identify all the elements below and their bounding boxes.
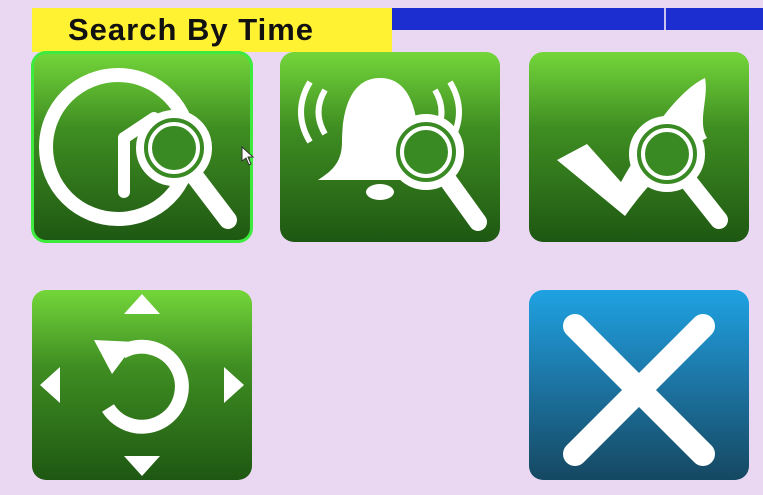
close-button[interactable]	[529, 290, 749, 480]
search-by-check-button[interactable]	[529, 52, 749, 242]
search-by-alarm-button[interactable]	[280, 52, 500, 242]
top-status-bar	[392, 8, 763, 30]
clock-search-icon	[39, 68, 237, 229]
checkmark-search-icon	[557, 78, 728, 229]
top-bar-divider	[664, 8, 666, 30]
rotate-navigation-button[interactable]	[32, 290, 252, 480]
close-x-icon	[563, 314, 715, 466]
page-title: Search By Time	[32, 8, 392, 52]
alarm-bell-search-icon	[298, 78, 487, 231]
rotate-navigation-icon	[40, 294, 244, 476]
search-by-time-button[interactable]	[31, 51, 253, 243]
mouse-cursor-icon	[241, 146, 255, 166]
